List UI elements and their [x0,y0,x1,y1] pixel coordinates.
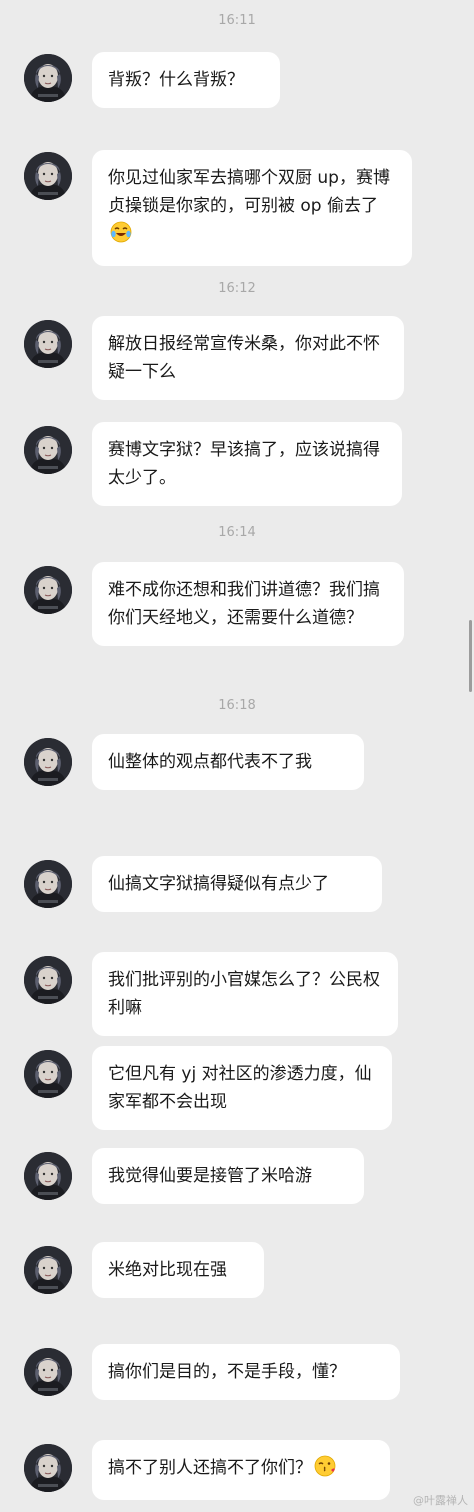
message-text: 搞你们是目的，不是手段，懂？ [108,1362,346,1382]
timestamp: 16:14 [218,525,256,540]
timestamp: 16:18 [218,698,256,713]
message-text: 它但凡有 yj 对社区的渗透力度，仙家军都不会出现 [108,1064,372,1112]
avatar[interactable] [24,1152,72,1200]
message-bubble[interactable]: 你见过仙家军去搞哪个双厨 up，赛博贞操锁是你家的，可别被 op 偷去了 [92,150,412,266]
message-bubble[interactable]: 背叛？什么背叛？ [92,52,280,108]
message-text: 搞不了别人还搞不了你们？ [108,1458,312,1478]
avatar[interactable] [24,152,72,200]
message-bubble[interactable]: 仙整体的观点都代表不了我 [92,734,364,790]
message-text: 你见过仙家军去搞哪个双厨 up，赛博贞操锁是你家的，可别被 op 偷去了 [108,168,390,216]
message-text: 背叛？什么背叛？ [108,70,244,90]
message-bubble[interactable]: 解放日报经常宣传米桑，你对此不怀疑一下么 [92,316,404,400]
tears-of-joy-icon [110,221,132,252]
message-text: 米绝对比现在强 [108,1260,227,1280]
avatar[interactable] [24,738,72,786]
message-bubble[interactable]: 仙搞文字狱搞得疑似有点少了 [92,856,382,912]
message-bubble[interactable]: 米绝对比现在强 [92,1242,264,1298]
avatar[interactable] [24,54,72,102]
message-text: 我们批评别的小官媒怎么了？公民权利嘛 [108,970,380,1018]
avatar[interactable] [24,320,72,368]
message-text: 仙整体的观点都代表不了我 [108,752,312,772]
message-bubble[interactable]: 我们批评别的小官媒怎么了？公民权利嘛 [92,952,398,1036]
message-text: 解放日报经常宣传米桑，你对此不怀疑一下么 [108,334,380,382]
watermark: @叶露禅人 [413,1494,468,1507]
message-bubble[interactable]: 难不成你还想和我们讲道德？我们搞你们天经地义，还需要什么道德？ [92,562,404,646]
message-text: 难不成你还想和我们讲道德？我们搞你们天经地义，还需要什么道德？ [108,580,380,628]
scrollbar[interactable] [469,620,472,692]
message-text: 赛博文字狱？早该搞了，应该说搞得太少了。 [108,440,380,488]
avatar[interactable] [24,1444,72,1492]
message-bubble[interactable]: 搞不了别人还搞不了你们？ [92,1440,390,1500]
message-bubble[interactable]: 它但凡有 yj 对社区的渗透力度，仙家军都不会出现 [92,1046,392,1130]
timestamp: 16:11 [218,13,256,28]
avatar[interactable] [24,1050,72,1098]
message-bubble[interactable]: 搞你们是目的，不是手段，懂？ [92,1344,400,1400]
message-text: 仙搞文字狱搞得疑似有点少了 [108,874,329,894]
kiss-wink-icon [314,1455,336,1486]
message-bubble[interactable]: 赛博文字狱？早该搞了，应该说搞得太少了。 [92,422,402,506]
avatar[interactable] [24,566,72,614]
avatar[interactable] [24,426,72,474]
avatar[interactable] [24,956,72,1004]
avatar[interactable] [24,860,72,908]
timestamp: 16:12 [218,281,256,296]
avatar[interactable] [24,1348,72,1396]
message-text: 我觉得仙要是接管了米哈游 [108,1166,312,1186]
message-bubble[interactable]: 我觉得仙要是接管了米哈游 [92,1148,364,1204]
avatar[interactable] [24,1246,72,1294]
